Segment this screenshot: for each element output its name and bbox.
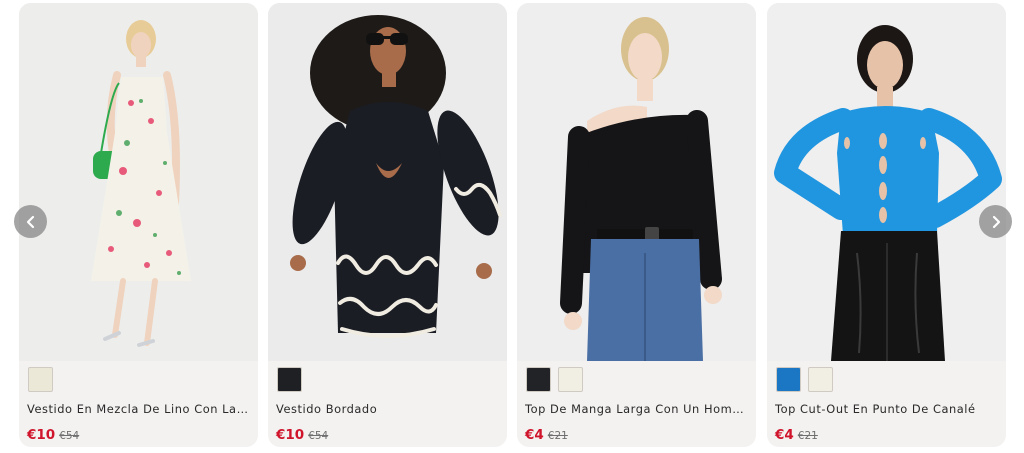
color-swatches bbox=[277, 367, 302, 392]
product-image[interactable] bbox=[19, 3, 258, 361]
product-card[interactable]: Vestido Bordado €10 €54 bbox=[268, 3, 507, 447]
price-row: €10 €54 bbox=[276, 427, 328, 443]
price-row: €10 €54 bbox=[27, 427, 79, 443]
product-name[interactable]: Vestido Bordado bbox=[276, 402, 501, 416]
product-image[interactable] bbox=[767, 3, 1006, 361]
sale-price: €4 bbox=[525, 427, 544, 443]
chevron-right-icon bbox=[992, 215, 1000, 228]
color-swatch[interactable] bbox=[808, 367, 833, 392]
sale-price: €10 bbox=[276, 427, 305, 443]
sale-price: €4 bbox=[775, 427, 794, 443]
original-price: €21 bbox=[547, 430, 568, 442]
color-swatches bbox=[526, 367, 583, 392]
product-image[interactable] bbox=[517, 3, 756, 361]
color-swatch[interactable] bbox=[776, 367, 801, 392]
color-swatches bbox=[28, 367, 53, 392]
product-card[interactable]: Top Cut-Out En Punto De Canalé €4 €21 bbox=[767, 3, 1006, 447]
product-image[interactable] bbox=[268, 3, 507, 361]
sale-price: €10 bbox=[27, 427, 56, 443]
product-carousel: Vestido En Mezcla De Lino Con Lazo D… €1… bbox=[0, 0, 1024, 453]
carousel-next-button[interactable] bbox=[979, 205, 1012, 238]
color-swatch[interactable] bbox=[277, 367, 302, 392]
price-row: €4 €21 bbox=[775, 427, 818, 443]
chevron-left-icon bbox=[26, 215, 34, 228]
color-swatch[interactable] bbox=[28, 367, 53, 392]
product-name[interactable]: Vestido En Mezcla De Lino Con Lazo D… bbox=[27, 402, 252, 416]
original-price: €54 bbox=[308, 430, 329, 442]
color-swatch[interactable] bbox=[558, 367, 583, 392]
carousel-prev-button[interactable] bbox=[14, 205, 47, 238]
product-name[interactable]: Top Cut-Out En Punto De Canalé bbox=[775, 402, 1000, 416]
original-price: €54 bbox=[59, 430, 80, 442]
product-name[interactable]: Top De Manga Larga Con Un Hombro … bbox=[525, 402, 750, 416]
product-card[interactable]: Top De Manga Larga Con Un Hombro … €4 €2… bbox=[517, 3, 756, 447]
original-price: €21 bbox=[797, 430, 818, 442]
product-card[interactable]: Vestido En Mezcla De Lino Con Lazo D… €1… bbox=[19, 3, 258, 447]
color-swatch[interactable] bbox=[526, 367, 551, 392]
price-row: €4 €21 bbox=[525, 427, 568, 443]
color-swatches bbox=[776, 367, 833, 392]
